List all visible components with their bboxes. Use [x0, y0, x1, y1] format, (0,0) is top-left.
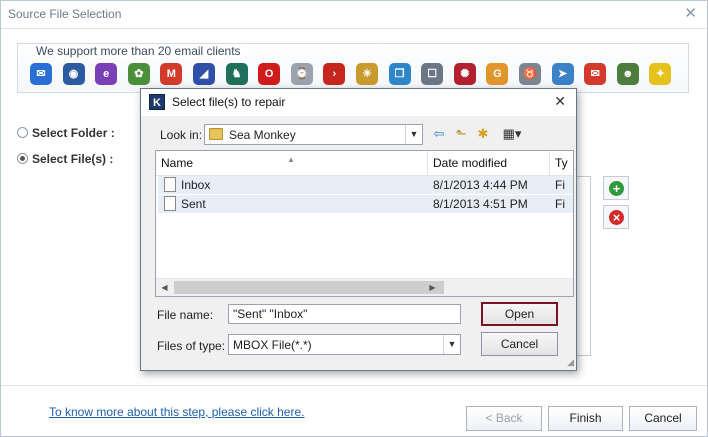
- gnu-mail-icon: ♉: [519, 63, 541, 85]
- claws-mail-icon: ☻: [616, 63, 639, 85]
- back-arrow-icon[interactable]: ⇦: [431, 126, 447, 142]
- sort-ascending-icon: ▲: [287, 155, 295, 164]
- file-date: 8/1/2013 4:51 PM: [433, 197, 528, 211]
- spicebird-icon: ☀: [356, 63, 378, 85]
- scroll-left-icon[interactable]: ◀: [156, 279, 173, 297]
- select-folder-label: Select Folder :: [32, 126, 115, 140]
- mail-client-icon: ✉: [30, 63, 52, 85]
- name-column-header[interactable]: Name ▲: [156, 151, 428, 175]
- type-column-header[interactable]: Ty: [550, 151, 573, 175]
- chevron-down-icon[interactable]: ▼: [443, 335, 460, 354]
- sylpheed-icon: ➤: [551, 63, 574, 85]
- chevron-down-icon[interactable]: ▼: [405, 125, 422, 144]
- file-name: Inbox: [181, 178, 211, 192]
- new-folder-icon[interactable]: ✱: [475, 126, 491, 142]
- select-folder-radio[interactable]: [17, 127, 28, 138]
- add-file-button[interactable]: +: [603, 176, 629, 200]
- resize-grip-icon[interactable]: ◢: [567, 357, 574, 368]
- seamonkey-icon: ♞: [225, 63, 248, 85]
- file-icon: [164, 177, 176, 192]
- file-type-value: MBOX File(*.*): [233, 338, 312, 352]
- window-close-icon[interactable]: ✕: [684, 4, 697, 22]
- opera-icon: O: [258, 63, 281, 85]
- app-logo-icon: K: [149, 94, 165, 110]
- mailbox-icon: ⌚: [290, 63, 313, 85]
- select-files-radio[interactable]: [17, 153, 28, 164]
- finish-button[interactable]: Finish: [548, 406, 623, 431]
- scroll-thumb[interactable]: [174, 281, 444, 294]
- plus-icon: +: [609, 181, 624, 196]
- name-header-label: Name: [161, 156, 194, 170]
- footer-divider: [1, 385, 707, 386]
- file-type-label: Files of type:: [157, 339, 226, 353]
- back-button[interactable]: < Back: [466, 406, 542, 431]
- eudora-icon: e: [95, 63, 118, 85]
- window-title: Source File Selection: [8, 7, 122, 21]
- title-divider: [1, 28, 707, 29]
- cancel-button[interactable]: Cancel: [629, 406, 697, 431]
- file-type-dropdown[interactable]: MBOX File(*.*) ▼: [228, 334, 461, 355]
- remove-icon: ×: [609, 210, 624, 225]
- file-date: 8/1/2013 4:44 PM: [433, 178, 528, 192]
- file-icon: [164, 196, 176, 211]
- open-button[interactable]: Open: [481, 302, 558, 326]
- file-list[interactable]: Name ▲ Date modified Ty Inbox 8/1/2013 4…: [155, 150, 574, 297]
- look-in-value: Sea Monkey: [229, 128, 296, 142]
- look-in-label: Look in:: [160, 128, 203, 142]
- look-in-dropdown[interactable]: Sea Monkey ▼: [204, 124, 423, 145]
- select-files-option[interactable]: Select File(s) :: [17, 152, 113, 166]
- pocomail-icon: ✺: [453, 63, 476, 85]
- gyazmail-icon: G: [486, 63, 509, 85]
- postbox-icon: ◢: [193, 63, 215, 85]
- file-row[interactable]: Inbox 8/1/2013 4:44 PM Fi: [158, 176, 573, 194]
- file-name-input[interactable]: "Sent" "Inbox": [228, 304, 461, 324]
- view-menu-icon[interactable]: ▦▾: [498, 126, 526, 142]
- remove-file-button[interactable]: ×: [603, 205, 629, 229]
- apple-mail-icon: ❐: [388, 63, 411, 85]
- file-type: Fi: [555, 197, 565, 211]
- dialog-titlebar: K Select file(s) to repair ✕: [141, 89, 576, 116]
- thunderbird-icon: ◉: [62, 63, 85, 85]
- dialog-close-icon[interactable]: ✕: [554, 93, 566, 110]
- email-clients-icon-row: ✉ ◉ e ✿ M ◢ ♞ O ⌚ › ☀ ❐ ☐ ✺ G ♉ ➤ ✉ ☻ ✦: [30, 63, 680, 89]
- email-clients-label: We support more than 20 email clients: [33, 44, 244, 58]
- the-bat-icon: ✦: [649, 63, 672, 85]
- powermail-icon: ›: [323, 63, 346, 85]
- horizontal-scrollbar[interactable]: ◀ ▶: [156, 278, 573, 296]
- select-files-label: Select File(s) :: [32, 152, 114, 166]
- entourage-icon: ✿: [127, 63, 150, 85]
- gmail-icon: M: [160, 63, 183, 85]
- netscape-icon: ☐: [421, 63, 444, 85]
- file-name-label: File name:: [157, 308, 214, 322]
- select-folder-option[interactable]: Select Folder :: [17, 126, 115, 140]
- scroll-right-icon[interactable]: ▶: [424, 279, 441, 297]
- dialog-cancel-button[interactable]: Cancel: [481, 332, 558, 356]
- dialog-title: Select file(s) to repair: [172, 95, 286, 109]
- help-link[interactable]: To know more about this step, please cli…: [49, 405, 304, 419]
- file-type: Fi: [555, 178, 565, 192]
- up-folder-icon[interactable]: ⬑: [453, 126, 469, 142]
- file-name: Sent: [181, 197, 206, 211]
- date-column-header[interactable]: Date modified: [428, 151, 550, 175]
- file-row[interactable]: Sent 8/1/2013 4:51 PM Fi: [158, 195, 573, 213]
- select-files-dialog: K Select file(s) to repair ✕ Look in: Se…: [140, 88, 577, 371]
- folder-icon: [209, 128, 223, 140]
- mail-envelope-icon: ✉: [584, 63, 607, 85]
